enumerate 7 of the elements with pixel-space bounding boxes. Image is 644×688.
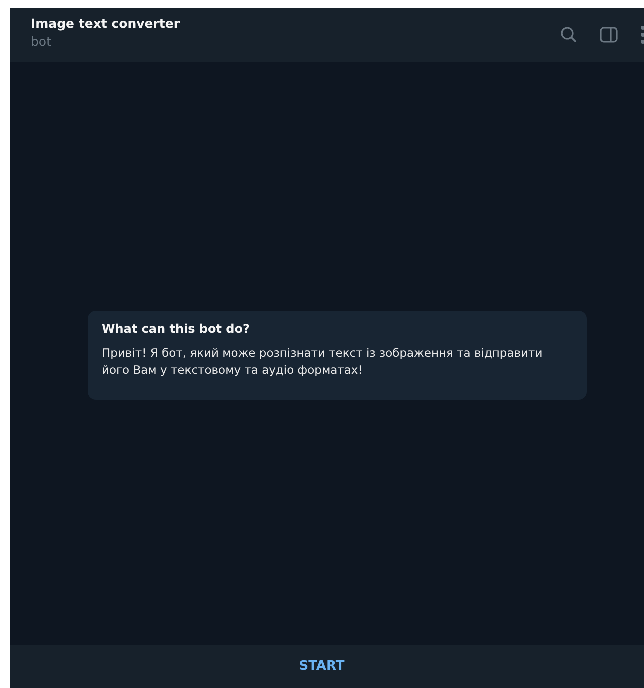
chat-title: Image text converter [31,16,180,30]
chat-subtitle: bot [31,34,52,48]
sidebar-panel-icon[interactable] [600,27,618,43]
info-card-text: Привіт! Я бот, який може розпізнати текст із зображення та відправити його Вам у текстовому та аудіо форматах! [102,345,544,379]
search-icon[interactable] [560,26,578,44]
info-card-title: What can this bot do? [102,322,251,336]
start-button[interactable]: START [291,655,353,678]
